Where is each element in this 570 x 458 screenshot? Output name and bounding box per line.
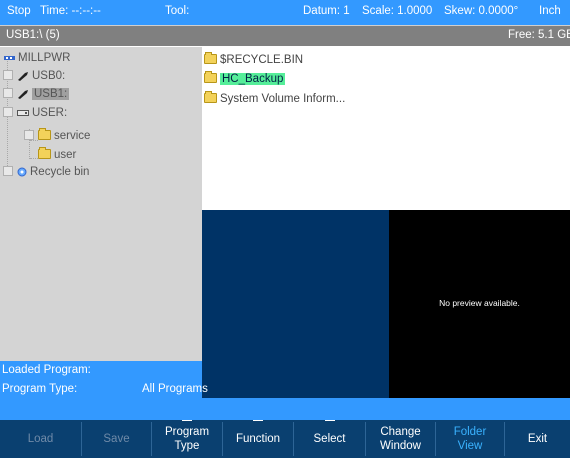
submenu-indicator (324, 420, 335, 421)
usb-drive-icon (18, 89, 28, 99)
folder-icon (204, 90, 217, 103)
select-button[interactable]: Select (294, 420, 365, 458)
user-drive-icon (17, 109, 29, 116)
expand-icon[interactable] (3, 87, 13, 98)
file-item-system-volume[interactable]: System Volume Inform... (204, 90, 346, 107)
preview-message: No preview available. (439, 298, 520, 308)
datum-readout: Datum: 1 (303, 5, 350, 17)
program-type-label: Program Type: (2, 383, 78, 395)
folder-icon (38, 127, 51, 140)
save-button-label: Save (103, 433, 130, 445)
tree-root-label: MILLPWR (18, 52, 71, 64)
file-name: $RECYCLE.BIN (220, 54, 304, 66)
exit-button-label: Exit (527, 433, 548, 445)
collapse-icon[interactable] (3, 106, 13, 117)
folder-view-button-line2: View (457, 440, 483, 452)
path-bar: USB1:\ (5) Free: 5.1 GB (0, 25, 570, 46)
recycle-bin-icon (17, 167, 27, 177)
tree-item-service[interactable]: service (24, 127, 91, 145)
tree-item-label: USB0: (32, 70, 66, 82)
folder-view-button[interactable]: Folder View (436, 420, 504, 458)
program-type-value: All Programs (142, 383, 208, 395)
millpwr-icon (4, 55, 15, 60)
load-button-label: Load (27, 433, 54, 445)
tree-item-label: Recycle bin (30, 166, 90, 178)
tool-readout: Tool: (165, 5, 190, 17)
preview-pane: No preview available. (389, 210, 570, 398)
units-readout: Inch (539, 5, 561, 17)
tree-root[interactable]: MILLPWR (4, 50, 70, 67)
status-bar: Stop Time: --:--:-- Tool: Datum: 1 Scale… (0, 0, 570, 25)
folder-view-button-line1: Folder (453, 426, 487, 438)
file-list[interactable]: $RECYCLE.BIN HC_Backup System Volume Inf… (202, 47, 570, 210)
tree-connector (30, 158, 38, 159)
folder-icon (204, 70, 217, 83)
expand-icon[interactable] (24, 129, 34, 140)
tree-item-usb1[interactable]: USB1: (3, 86, 70, 103)
file-item-recycle-bin[interactable]: $RECYCLE.BIN (204, 51, 304, 68)
program-info-panel: Loaded Program: Program Type: All Progra… (0, 361, 208, 398)
preview-pane-left (202, 210, 389, 398)
tree-item-label: service (54, 130, 91, 142)
submenu-indicator (182, 420, 192, 421)
expand-icon[interactable] (3, 165, 13, 176)
folder-icon (38, 146, 51, 159)
loaded-program-label: Loaded Program: (2, 364, 91, 376)
time-readout: Time: --:--:-- (40, 5, 101, 17)
tree-item-label: USB1: (32, 88, 70, 100)
select-button-label: Select (313, 433, 346, 445)
info-bar-spacer (0, 398, 570, 420)
file-name: System Volume Inform... (220, 93, 346, 105)
program-type-button-line2: Type (174, 440, 200, 452)
current-path: USB1:\ (5) (6, 29, 60, 41)
change-window-button-line2: Window (380, 440, 421, 452)
tree-item-label: USER: (32, 107, 68, 119)
skew-readout: Skew: 0.0000° (444, 5, 519, 17)
tree-item-usb0[interactable]: USB0: (3, 68, 65, 85)
function-button[interactable]: Function (223, 420, 293, 458)
free-space: Free: 5.1 GB (508, 29, 570, 41)
file-item-hc-backup[interactable]: HC_Backup (204, 70, 286, 87)
change-window-button-line1: Change (380, 426, 421, 438)
load-button[interactable]: Load (0, 420, 81, 458)
machine-mode: Stop (7, 5, 31, 17)
tree-item-user-folder[interactable]: user (38, 146, 77, 164)
function-button-label: Function (235, 433, 281, 445)
exit-button[interactable]: Exit (505, 420, 570, 458)
file-name: HC_Backup (220, 73, 286, 85)
tree-item-label: user (54, 149, 77, 161)
softkey-bar: Load Save Program Type Function Select C… (0, 420, 570, 458)
folder-icon (204, 51, 217, 64)
submenu-indicator (253, 420, 263, 421)
tree-item-user[interactable]: USER: (3, 105, 67, 122)
folder-tree[interactable]: MILLPWR USB0: USB1: USER: service user R… (0, 47, 202, 361)
usb-drive-icon (18, 71, 28, 81)
expand-icon[interactable] (3, 69, 13, 80)
save-button[interactable]: Save (82, 420, 151, 458)
change-window-button[interactable]: Change Window (366, 420, 435, 458)
program-type-button[interactable]: Program Type (152, 420, 222, 458)
scale-readout: Scale: 1.0000 (362, 5, 433, 17)
program-type-button-line1: Program (164, 426, 210, 438)
tree-item-recycle-bin[interactable]: Recycle bin (3, 164, 89, 181)
